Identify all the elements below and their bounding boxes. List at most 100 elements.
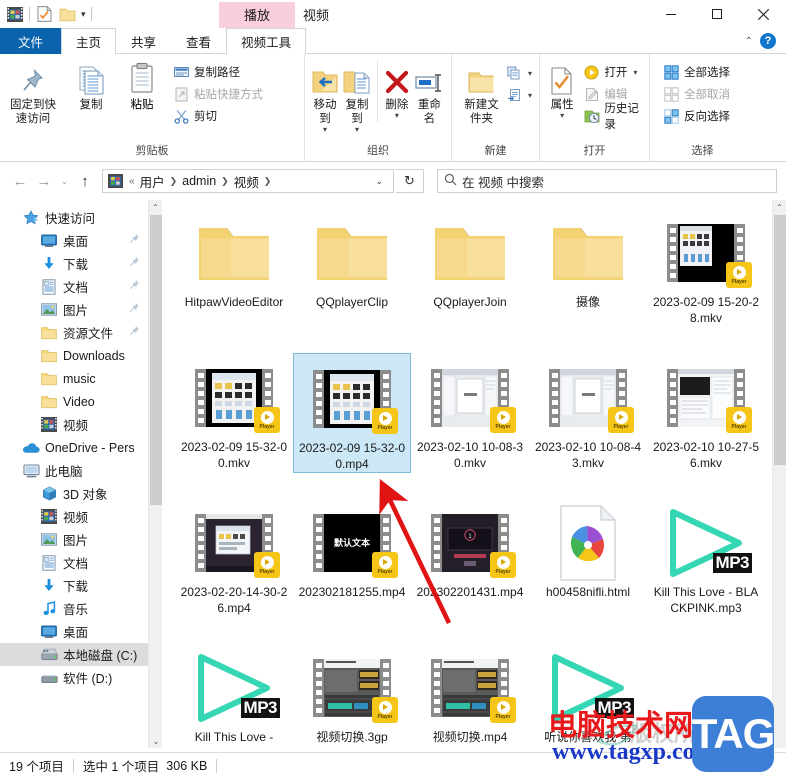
nav-item-1[interactable]: 桌面 xyxy=(0,229,148,252)
nav-item-8[interactable]: Video xyxy=(0,390,148,413)
back-button[interactable]: ← xyxy=(9,170,31,192)
nav-item-19[interactable]: 本地磁盘 (C:) xyxy=(0,643,148,666)
select-all-button[interactable]: 全部选择 xyxy=(660,61,733,83)
nav-item-7[interactable]: music xyxy=(0,367,148,390)
refresh-button[interactable]: ↻ xyxy=(396,169,424,193)
nav-item-14[interactable]: 图片 xyxy=(0,528,148,551)
new-item-button[interactable]: ▾ xyxy=(504,62,535,84)
nav-scroll-up-icon[interactable]: ⌃ xyxy=(149,200,162,214)
pin-icon[interactable] xyxy=(129,302,140,317)
help-icon[interactable]: ? xyxy=(760,33,776,49)
file-item[interactable]: Player 2023-02-10 10-08-30.mkv xyxy=(411,353,529,471)
file-scroll-thumb[interactable] xyxy=(774,215,786,465)
file-item[interactable]: h00458nifli.html xyxy=(529,498,647,600)
copy-to-button[interactable]: 复制到 ▾ xyxy=(341,60,373,135)
file-item[interactable]: Player 2023-02-09 15-32-00.mp4 xyxy=(293,353,411,473)
nav-item-20[interactable]: 软件 (D:) xyxy=(0,666,148,689)
breadcrumb-chevron-1[interactable]: ❯ xyxy=(218,176,232,187)
file-item[interactable]: QQplayerClip xyxy=(293,208,411,310)
file-item[interactable]: HitpawVideoEditor xyxy=(175,208,293,310)
nav-scroll-thumb[interactable] xyxy=(150,215,162,505)
up-button[interactable]: ↑ xyxy=(74,170,96,192)
new-folder-button[interactable]: 新建文件夹 xyxy=(459,60,504,128)
file-item[interactable]: 摄像 xyxy=(529,208,647,310)
search-box[interactable]: 在 视频 中搜索 xyxy=(437,169,777,193)
video-folder-icon[interactable] xyxy=(6,5,24,23)
properties-button[interactable]: 属性 ▾ xyxy=(547,60,577,121)
file-item[interactable]: MP3 Kill This Love - xyxy=(175,643,293,745)
paste-shortcut-button[interactable]: 粘贴快捷方式 xyxy=(170,83,266,105)
breadcrumb-item-2[interactable]: 视频 xyxy=(232,172,261,191)
nav-item-17[interactable]: 音乐 xyxy=(0,597,148,620)
nav-item-10[interactable]: OneDrive - Pers xyxy=(0,436,148,459)
pin-icon[interactable] xyxy=(129,233,140,248)
file-item[interactable]: Player 默认文本 202302181255.mp4 xyxy=(293,498,411,600)
nav-item-18[interactable]: 桌面 xyxy=(0,620,148,643)
properties-dropdown-icon[interactable]: ▾ xyxy=(560,112,564,120)
file-item[interactable]: MP3 听说你喜欢我 第 xyxy=(529,643,647,745)
history-button[interactable]: 历史记录 xyxy=(580,103,645,131)
nav-item-4[interactable]: 图片 xyxy=(0,298,148,321)
forward-button[interactable]: → xyxy=(33,170,55,192)
maximize-button[interactable] xyxy=(694,0,740,28)
file-item[interactable]: 1 Player 202302201431.mp4 xyxy=(411,498,529,600)
contextual-tab-label[interactable]: 播放 xyxy=(219,2,295,28)
nav-item-9[interactable]: 视频 xyxy=(0,413,148,436)
file-item[interactable]: MP3 Kill This Love - BLACKPINK.mp3 xyxy=(647,498,765,616)
chevron-down-icon[interactable]: ▾ xyxy=(81,9,86,19)
open-dropdown-icon[interactable]: ▾ xyxy=(633,68,637,77)
easy-access-dropdown-icon[interactable]: ▾ xyxy=(528,91,532,100)
pin-to-quick-access-button[interactable]: 固定到快速访问 xyxy=(4,60,62,128)
easy-access-button[interactable]: ▾ xyxy=(504,84,535,106)
properties-icon[interactable] xyxy=(35,5,53,23)
navigation-pane-scrollbar[interactable]: ⌃ ⌄ xyxy=(148,200,163,748)
breadcrumb-chevron-0[interactable]: ❯ xyxy=(167,176,181,187)
move-to-dropdown-icon[interactable]: ▾ xyxy=(323,126,327,134)
file-item[interactable]: Player 2023-02-10 10-27-56.mkv xyxy=(647,353,765,471)
pin-icon[interactable] xyxy=(129,256,140,271)
nav-item-0[interactable]: 快速访问 xyxy=(0,206,148,229)
file-item[interactable]: QQplayerJoin xyxy=(411,208,529,310)
breadcrumb-item-0[interactable]: 用户 xyxy=(138,172,167,191)
rename-button[interactable]: 重命名 xyxy=(412,60,447,128)
file-item[interactable]: Player 视频切换.3gp xyxy=(293,643,411,745)
copy-to-dropdown-icon[interactable]: ▾ xyxy=(355,126,359,134)
file-scroll-up-icon[interactable]: ⌃ xyxy=(773,200,786,214)
minimize-button[interactable] xyxy=(648,0,694,28)
breadcrumb-bar[interactable]: « 用户 ❯ admin ❯ 视频 ❯ ⌄ xyxy=(102,169,394,193)
breadcrumb-chevron-2[interactable]: ❯ xyxy=(261,176,275,187)
invert-selection-button[interactable]: 反向选择 xyxy=(660,105,733,127)
pin-icon[interactable] xyxy=(129,325,140,340)
file-item[interactable]: Player 2023-02-10 10-08-43.mkv xyxy=(529,353,647,471)
new-folder-icon[interactable] xyxy=(58,5,76,23)
tab-video-tools[interactable]: 视频工具 xyxy=(226,28,307,54)
tab-home[interactable]: 主页 xyxy=(61,28,117,54)
nav-item-11[interactable]: 此电脑 xyxy=(0,459,148,482)
recent-locations-button[interactable]: ⌄ xyxy=(57,170,72,192)
copy-button[interactable]: 复制 xyxy=(62,60,120,114)
nav-item-5[interactable]: 资源文件 xyxy=(0,321,148,344)
file-pane-scrollbar[interactable]: ⌃ xyxy=(772,200,786,748)
nav-item-3[interactable]: 文档 xyxy=(0,275,148,298)
nav-item-6[interactable]: Downloads xyxy=(0,344,148,367)
open-button[interactable]: 打开 ▾ xyxy=(580,61,645,83)
pin-icon[interactable] xyxy=(129,279,140,294)
breadcrumb-history-icon[interactable]: ⌄ xyxy=(375,176,389,187)
file-list-pane[interactable]: HitpawVideoEditor QQplayerClip QQplayerJoi… xyxy=(162,200,786,748)
file-item[interactable]: Player 2023-02-09 15-32-00.mkv xyxy=(175,353,293,471)
nav-item-12[interactable]: 3D 对象 xyxy=(0,482,148,505)
new-item-dropdown-icon[interactable]: ▾ xyxy=(528,69,532,78)
file-item[interactable]: Player 2023-02-09 15-20-28.mkv xyxy=(647,208,765,326)
nav-item-13[interactable]: 视频 xyxy=(0,505,148,528)
nav-scroll-down-icon[interactable]: ⌄ xyxy=(149,734,163,748)
nav-item-2[interactable]: 下载 xyxy=(0,252,148,275)
close-button[interactable] xyxy=(740,0,786,28)
copy-path-button[interactable]: 复制路径 xyxy=(170,61,266,83)
tab-view[interactable]: 查看 xyxy=(171,28,226,54)
cut-button[interactable]: 剪切 xyxy=(170,105,266,127)
delete-button[interactable]: 删除 ▾ xyxy=(382,60,412,121)
select-none-button[interactable]: 全部取消 xyxy=(660,83,733,105)
file-item[interactable]: Player 2023-02-20-14-30-26.mp4 xyxy=(175,498,293,616)
tab-share[interactable]: 共享 xyxy=(116,28,171,54)
paste-button[interactable]: 粘贴 xyxy=(120,60,164,112)
